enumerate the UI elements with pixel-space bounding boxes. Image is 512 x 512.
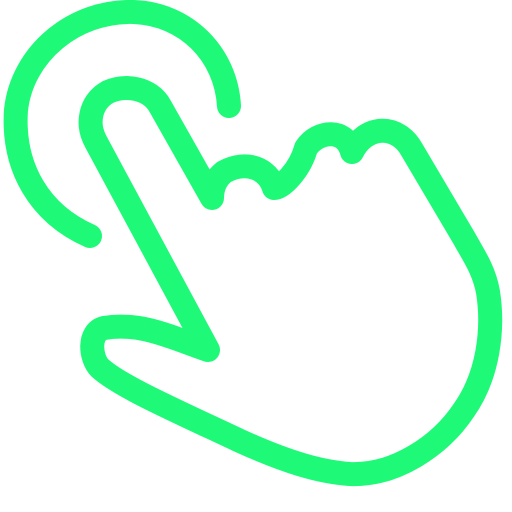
tap-gesture-canvas (0, 0, 512, 512)
pointing-hand-icon (78, 76, 503, 487)
tap-gesture-icon (3, 0, 503, 487)
